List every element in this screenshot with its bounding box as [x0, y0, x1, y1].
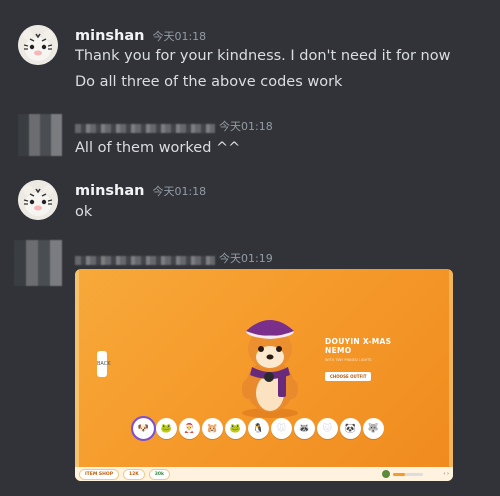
message-text: All of them worked ^^ [75, 140, 241, 156]
embed-border [75, 269, 79, 481]
player-profile[interactable] [382, 470, 424, 478]
timestamp: 今天01:19 [219, 252, 273, 265]
embed-border [449, 269, 453, 481]
tiger-avatar-icon [18, 25, 58, 65]
choose-outfit-button[interactable]: CHOOSE OUTFIT [325, 371, 372, 381]
message-text: Thank you for your kindness. I don't nee… [75, 48, 451, 64]
character-option[interactable]: 🐭 [271, 418, 292, 439]
character-option[interactable]: 🐧 [248, 418, 269, 439]
level-progress-bar [393, 472, 424, 476]
redacted-username [75, 123, 215, 133]
message-header: 今天01:19 [75, 250, 273, 270]
corgi-character-icon [242, 320, 298, 418]
character-option[interactable]: 🐼 [340, 418, 361, 439]
page-nav-icon[interactable]: ‹ › [443, 471, 449, 477]
timestamp: 今天01:18 [152, 185, 207, 198]
player-avatar-icon [382, 470, 391, 478]
promo-subtitle: WITH TINY PINNED LIGHTS [325, 358, 372, 362]
character-option[interactable]: 🐶 [131, 416, 156, 441]
user-avatar[interactable] [14, 240, 62, 286]
username[interactable]: minshan [75, 183, 144, 199]
item-shop-button[interactable]: ITEM SHOP [79, 468, 119, 480]
message-header: minshan 今天01:18 [75, 183, 206, 203]
timestamp: 今天01:18 [219, 120, 273, 133]
promo-panel: DOUYIN X-MAS NEMO WITH TINY PINNED LIGHT… [325, 337, 405, 382]
character-option[interactable]: 🎅 [179, 418, 200, 439]
currency-badge[interactable]: 12K [123, 468, 145, 480]
character-selector: 🐶 🐸 🎅 🐹 🐸 🐧 🐭 🦝 🐱 🐼 🐺 [131, 416, 384, 441]
character-option[interactable]: 🐹 [202, 418, 223, 439]
back-tab[interactable]: BACK [97, 351, 111, 377]
gem-badge[interactable]: 30k [148, 468, 171, 480]
character-option[interactable]: 🐺 [363, 418, 384, 439]
character-option[interactable]: 🦝 [294, 418, 315, 439]
game-bottom-bar: ITEM SHOP 12K 30k ‹ › [75, 467, 453, 481]
character-option[interactable]: 🐸 [225, 418, 246, 439]
redacted-username [75, 255, 215, 265]
message-text: Do all three of the above codes work [75, 74, 343, 90]
character-option[interactable]: 🐸 [156, 418, 177, 439]
tiger-avatar-icon [18, 180, 58, 220]
message-header: 今天01:18 [75, 118, 273, 138]
character-option[interactable]: 🐱 [317, 418, 338, 439]
user-avatar[interactable] [18, 180, 58, 220]
message-text: ok [75, 204, 93, 220]
timestamp: 今天01:18 [152, 30, 207, 43]
user-avatar[interactable] [18, 25, 58, 65]
message-header: minshan 今天01:18 [75, 28, 206, 48]
promo-title: DOUYIN X-MAS NEMO [325, 337, 392, 355]
username[interactable]: minshan [75, 28, 144, 44]
image-attachment[interactable]: BACK DOUYIN X-MAS NEMO WITH TINY PINNED … [75, 269, 453, 481]
user-avatar[interactable] [18, 114, 62, 156]
